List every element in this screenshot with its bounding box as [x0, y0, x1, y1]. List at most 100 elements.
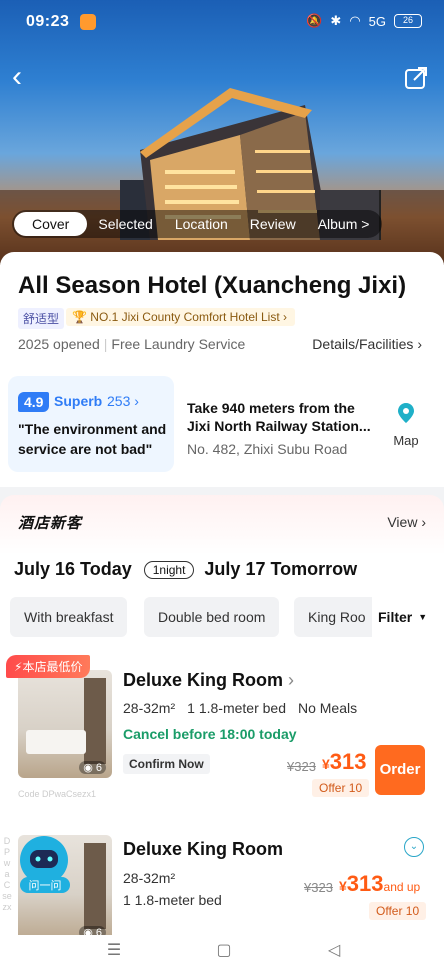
- room-title-label: Deluxe King Room: [123, 670, 284, 690]
- share-icon[interactable]: [404, 64, 430, 90]
- chevron-right-icon: ›: [417, 336, 422, 352]
- expand-chevron-icon[interactable]: ⌄: [404, 837, 424, 857]
- opened-year: 2025 opened: [18, 336, 100, 352]
- filter-button[interactable]: Filter ▼: [372, 597, 444, 637]
- room-title[interactable]: Deluxe King Room ›: [123, 670, 294, 691]
- offer-tag: Offer 10: [369, 902, 427, 920]
- bluetooth-icon: ✱: [330, 13, 342, 28]
- vertical-room-code: DPwaCsezx: [2, 836, 12, 912]
- ask-assistant-label[interactable]: 问一问: [20, 877, 70, 893]
- original-price: ¥323: [287, 759, 316, 774]
- photo-count: ◉ 6: [79, 761, 106, 774]
- lowest-price-label: 本店最低价: [22, 660, 83, 674]
- room-photo[interactable]: ◉ 6: [18, 670, 112, 778]
- location-distance[interactable]: Take 940 meters from the Jixi North Rail…: [187, 399, 379, 435]
- signal-icon: 5G: [368, 13, 386, 29]
- room-specs: 28-32m² 1 1.8-meter bed No Meals: [123, 700, 369, 716]
- offer-tag: Offer 10: [312, 779, 370, 797]
- details-label: Details/Facilities: [312, 336, 414, 352]
- price-value: 313: [329, 749, 367, 774]
- status-time: 09:23: [26, 13, 70, 30]
- room-title[interactable]: Deluxe King Room: [123, 839, 283, 860]
- filter-chip-king-room[interactable]: King Roo: [294, 597, 380, 637]
- checkin-date: July 16 Today: [14, 559, 132, 579]
- view-label: View: [387, 514, 418, 530]
- view-link[interactable]: View ›: [387, 514, 426, 530]
- hotel-name: All Season Hotel (Xuancheng Jixi): [18, 272, 407, 299]
- map-label: Map: [393, 433, 419, 448]
- back-arrow-icon[interactable]: ‹: [12, 62, 40, 94]
- back-triangle-icon[interactable]: ◁: [324, 941, 344, 961]
- room-price: ¥313and up: [339, 871, 420, 897]
- chevron-right-icon: ›: [288, 670, 295, 690]
- map-pin-icon: [398, 403, 414, 423]
- room-card[interactable]: ◉ 6 ⚡本店最低价 Code DPwaCsezx1 Deluxe King R…: [6, 655, 438, 813]
- chevron-right-icon: >: [361, 216, 370, 232]
- room-photo-window: [84, 678, 106, 764]
- price-value: 313: [346, 871, 384, 896]
- filter-label: Filter: [378, 609, 413, 625]
- notification-badge-icon: [80, 14, 96, 30]
- room-bed: 1 1.8-meter bed: [123, 892, 222, 908]
- ranking-tag[interactable]: 🏆 NO.1 Jixi County Comfort Hotel List ›: [66, 308, 296, 326]
- room-meals: No Meals: [297, 700, 358, 716]
- hotel-info-card: All Season Hotel (Xuancheng Jixi) 舒适型 🏆 …: [0, 252, 444, 487]
- status-icons: 🔕 ✱ ◠ 5G 26: [306, 13, 422, 29]
- caret-down-icon: ▼: [418, 612, 428, 622]
- tab-cover[interactable]: Cover: [14, 212, 88, 236]
- filter-chips: With breakfast Double bed room King Roo …: [10, 597, 444, 637]
- new-customer-logo: 酒店新客: [18, 515, 83, 532]
- hotel-type-tag: 舒适型: [18, 308, 65, 329]
- menu-icon[interactable]: ☰: [104, 941, 124, 961]
- room-size: 28-32m²: [123, 700, 176, 716]
- room-card[interactable]: ◉ 6 Deluxe King Room 28-32m² 1 1.8-meter…: [6, 825, 438, 943]
- nights-badge: 1night: [143, 560, 195, 579]
- confirm-now-tag: Confirm Now: [123, 754, 210, 774]
- battery-icon: 26: [394, 14, 422, 28]
- tab-location[interactable]: Location: [164, 212, 239, 236]
- tab-album-label: Album: [317, 216, 358, 232]
- rooms-section: 酒店新客 View › July 16 Today 1night July 17…: [0, 495, 444, 969]
- review-quote: "The environment and service are not bad…: [18, 421, 167, 457]
- tab-review[interactable]: Review: [239, 212, 307, 236]
- price-currency: ¥: [339, 878, 347, 894]
- order-button[interactable]: Order: [375, 745, 425, 795]
- price-currency: ¥: [322, 756, 330, 772]
- room-size: 28-32m²: [123, 870, 176, 886]
- review-label: Superb: [54, 393, 103, 409]
- review-summary[interactable]: 4.9 Superb 253 › "The environment and se…: [8, 376, 174, 472]
- price-suffix: and up: [383, 880, 421, 894]
- review-score: 4.9: [18, 392, 50, 412]
- hotel-highlights: 2025 opened | Free Laundry Service: [18, 336, 246, 352]
- lowest-price-tag: ⚡本店最低价: [6, 655, 91, 678]
- review-count-number: 253: [107, 393, 131, 409]
- photo-count-number: 6: [95, 762, 102, 774]
- room-photo-window: [84, 843, 106, 929]
- wifi-icon: ◠: [349, 13, 361, 28]
- status-bar: 09:23 🔕 ✱ ◠ 5G 26: [0, 0, 444, 44]
- hero-image[interactable]: 09:23 🔕 ✱ ◠ 5G 26 ‹ Cover Selected Locat…: [0, 0, 444, 265]
- location-address[interactable]: No. 482, Zhixi Subu Road: [187, 441, 347, 457]
- room-photo-bed: [26, 730, 86, 754]
- media-tabs: Cover Selected Location Review Album >: [12, 210, 383, 238]
- date-selector[interactable]: July 16 Today 1night July 17 Tomorrow: [14, 559, 357, 580]
- room-bed: 1 1.8-meter bed: [187, 700, 286, 716]
- map-button[interactable]: Map: [388, 402, 424, 452]
- tab-album[interactable]: Album >: [307, 212, 381, 236]
- filter-chip-breakfast[interactable]: With breakfast: [10, 597, 128, 637]
- mute-icon: 🔕: [306, 13, 323, 28]
- cancellation-policy: Cancel before 18:00 today: [123, 726, 297, 742]
- tab-selected[interactable]: Selected: [87, 212, 163, 236]
- trophy-icon: 🏆: [72, 310, 91, 324]
- review-count: 253 ›: [107, 393, 139, 409]
- system-nav-bar: ☰ ▢ ◁: [0, 935, 444, 969]
- facility-label: Free Laundry Service: [111, 336, 246, 352]
- ranking-label: NO.1 Jixi County Comfort Hotel List: [90, 310, 280, 324]
- room-code: Code DPwaCsezx1: [18, 789, 97, 799]
- checkout-date: July 17 Tomorrow: [204, 559, 358, 579]
- filter-chip-double-bed[interactable]: Double bed room: [144, 597, 280, 637]
- room-price: ¥313: [322, 749, 367, 775]
- details-facilities-link[interactable]: Details/Facilities ›: [312, 336, 422, 352]
- original-price: ¥323: [304, 880, 333, 895]
- home-icon[interactable]: ▢: [214, 941, 234, 961]
